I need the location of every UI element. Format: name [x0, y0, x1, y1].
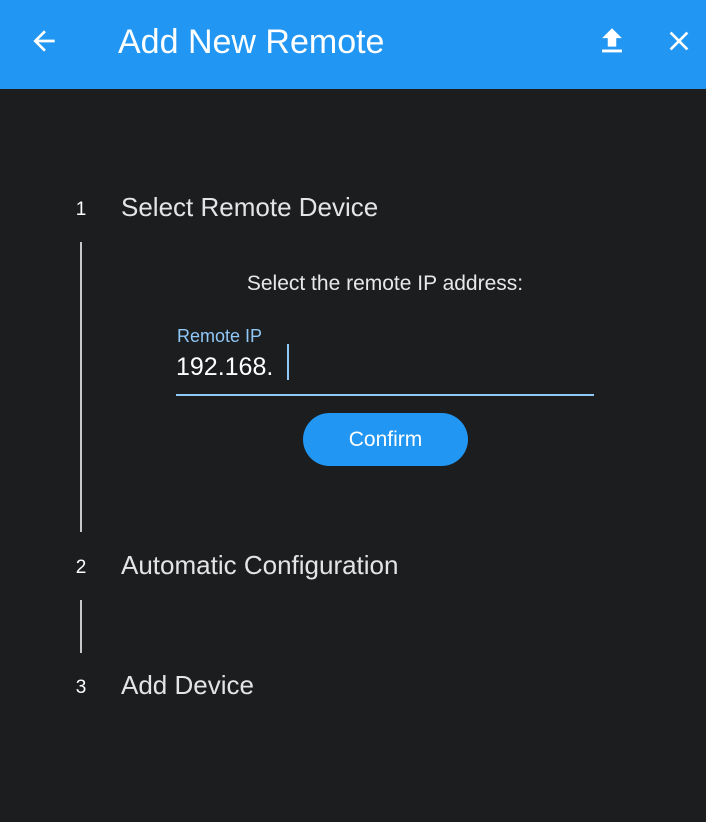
page-title: Add New Remote: [118, 23, 385, 61]
step-label-select-remote-device[interactable]: Select Remote Device: [121, 192, 378, 223]
arrow-back-icon: [28, 25, 60, 62]
step-label-add-device[interactable]: Add Device: [121, 670, 254, 701]
ip-instruction-text: Select the remote IP address:: [246, 272, 524, 295]
remote-ip-underline: [176, 394, 594, 396]
step-connector-1: [80, 242, 82, 532]
add-remote-dialog: Add New Remote 1 Select Remote Device Se…: [0, 0, 706, 822]
text-caret: [287, 344, 289, 380]
app-bar: Add New Remote: [0, 0, 706, 89]
step-number-1: 1: [75, 199, 87, 220]
close-button[interactable]: [659, 23, 699, 63]
upload-button[interactable]: [592, 23, 632, 63]
close-icon: [663, 25, 695, 62]
back-button[interactable]: [24, 23, 64, 63]
step-number-2: 2: [75, 557, 87, 578]
confirm-button[interactable]: Confirm: [303, 413, 468, 466]
remote-ip-label: Remote IP: [177, 326, 263, 346]
remote-ip-input[interactable]: [176, 347, 594, 387]
step-number-3: 3: [75, 677, 87, 698]
step-label-automatic-configuration[interactable]: Automatic Configuration: [121, 550, 398, 581]
remote-ip-field[interactable]: Remote IP: [176, 325, 594, 397]
step-connector-2: [80, 600, 82, 653]
upload-icon: [595, 24, 629, 63]
